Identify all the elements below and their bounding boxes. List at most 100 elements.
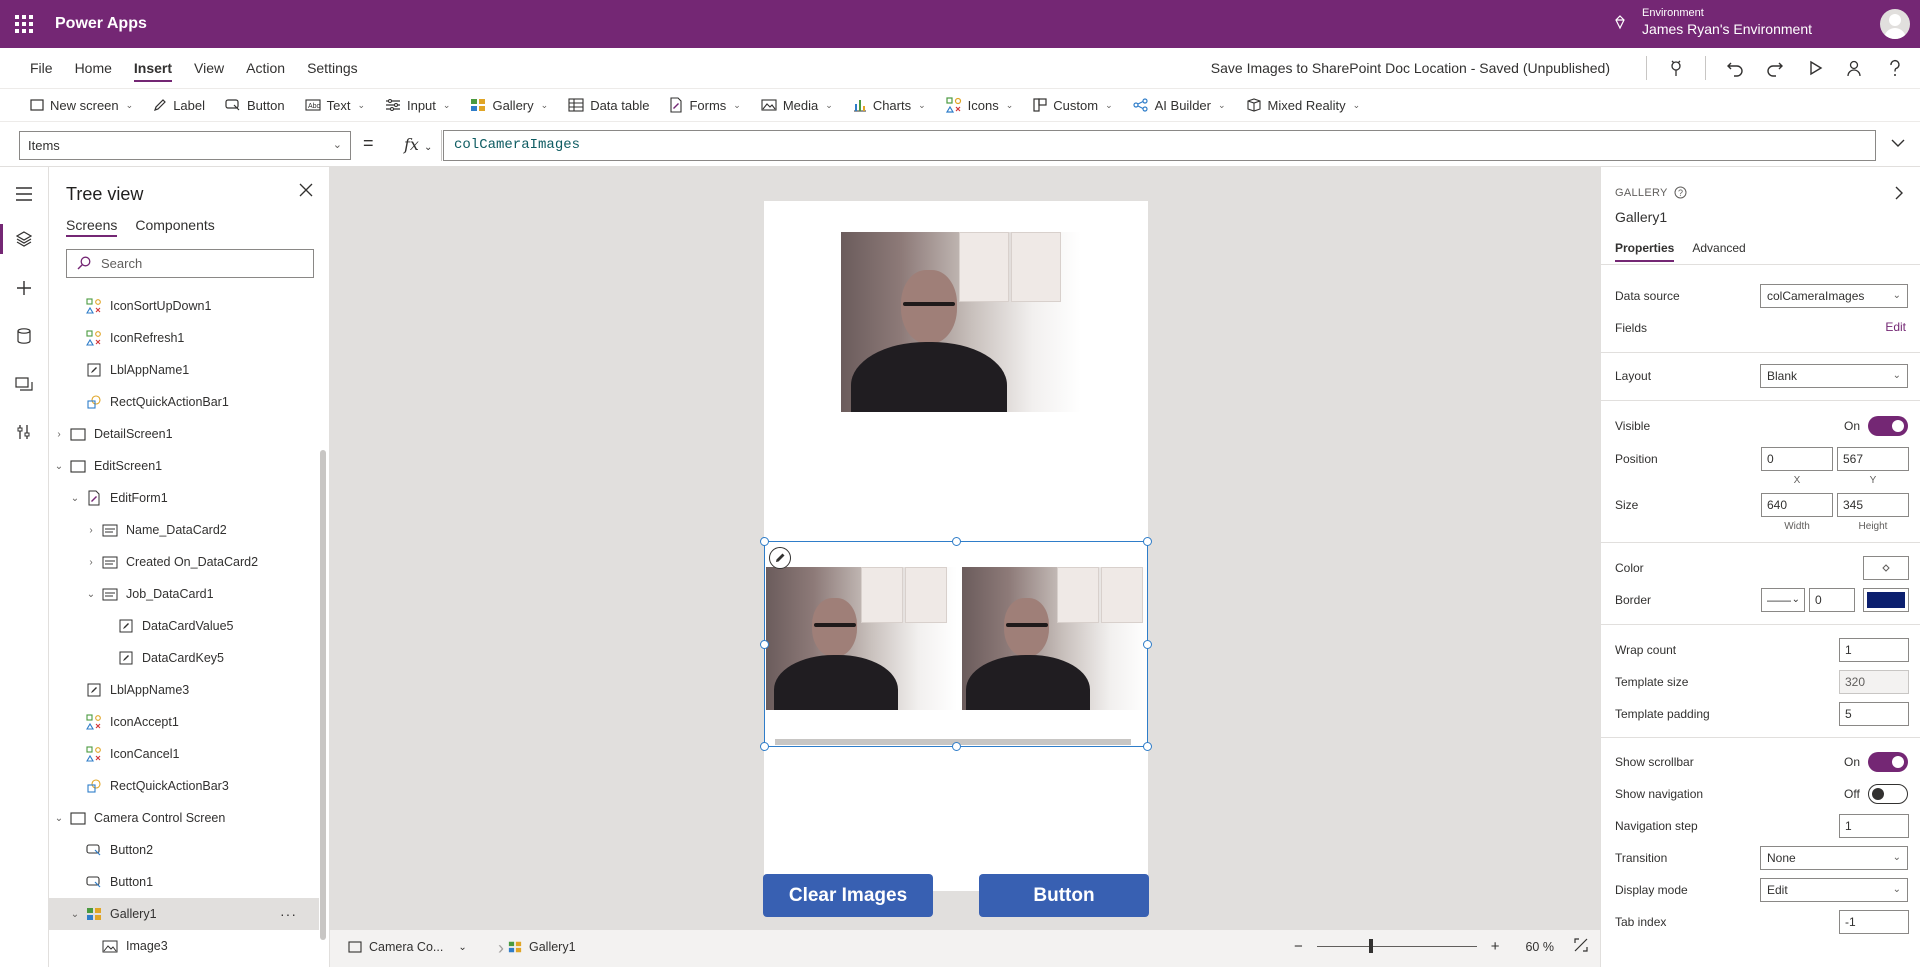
menu-home[interactable]: Home: [75, 48, 112, 88]
app-name[interactable]: Power Apps: [55, 15, 147, 33]
menu-action[interactable]: Action: [246, 48, 285, 88]
tab-properties[interactable]: Properties: [1615, 241, 1675, 262]
resize-handle[interactable]: [1143, 742, 1152, 751]
wrap-count-input[interactable]: 1: [1839, 638, 1909, 662]
tree-item[interactable]: › Created On_DataCard2: [49, 546, 319, 578]
more-options-icon[interactable]: ···: [280, 906, 297, 922]
app-launcher-button[interactable]: [0, 0, 48, 48]
tab-index-input[interactable]: -1: [1839, 910, 1909, 934]
property-dropdown[interactable]: Items ⌄: [19, 131, 351, 160]
resize-handle[interactable]: [760, 640, 769, 649]
tree-item[interactable]: IconRefresh1: [49, 322, 319, 354]
gallery-button[interactable]: Gallery ⌄: [470, 98, 548, 113]
zoom-thumb[interactable]: [1368, 939, 1373, 953]
fit-to-window-icon[interactable]: [1574, 938, 1588, 955]
border-style-dropdown[interactable]: —— ⌄: [1761, 588, 1805, 612]
tree-item[interactable]: ⌄ Gallery1 ···: [49, 898, 319, 930]
visible-toggle[interactable]: [1868, 416, 1908, 436]
media-panel-icon[interactable]: [13, 373, 35, 395]
text-button[interactable]: Abc Text ⌄: [305, 98, 365, 113]
capture-button[interactable]: Button: [979, 874, 1149, 917]
input-button[interactable]: Input ⌄: [385, 98, 450, 113]
width-input[interactable]: 640: [1761, 493, 1833, 517]
tab-components[interactable]: Components: [135, 217, 214, 237]
clear-images-button[interactable]: Clear Images: [763, 874, 933, 917]
undo-icon[interactable]: [1724, 57, 1746, 79]
menu-settings[interactable]: Settings: [307, 48, 358, 88]
tree-item[interactable]: DataCardValue5: [49, 610, 319, 642]
tree-item[interactable]: RectQuickActionBar3: [49, 770, 319, 802]
template-padding-input[interactable]: 5: [1839, 702, 1909, 726]
advanced-tools-icon[interactable]: [13, 421, 35, 443]
tree-item[interactable]: LblAppName3: [49, 674, 319, 706]
border-color-picker[interactable]: [1863, 588, 1909, 612]
fx-button[interactable]: fx ⌄: [390, 130, 442, 161]
resize-handle[interactable]: [952, 742, 961, 751]
tree-item[interactable]: ⌄ EditForm1: [49, 482, 319, 514]
menu-view[interactable]: View: [194, 48, 224, 88]
chevron-right-icon[interactable]: ›: [85, 557, 97, 568]
position-y-input[interactable]: 567: [1837, 447, 1909, 471]
charts-button[interactable]: Charts ⌄: [853, 98, 926, 113]
play-icon[interactable]: [1804, 57, 1826, 79]
expand-formula-icon[interactable]: [1890, 136, 1906, 151]
tree-item[interactable]: IconAccept1: [49, 706, 319, 738]
tree-item[interactable]: DataCardKey5: [49, 642, 319, 674]
zoom-out-button[interactable]: −: [1294, 938, 1303, 955]
camera-image[interactable]: [841, 232, 1081, 412]
position-x-input[interactable]: 0: [1761, 447, 1833, 471]
add-icon[interactable]: [13, 277, 35, 299]
tree-item[interactable]: ⌄ EditScreen1: [49, 450, 319, 482]
search-input[interactable]: Search: [66, 249, 314, 278]
help-icon[interactable]: [1884, 57, 1906, 79]
data-source-dropdown[interactable]: colCameraImages ⌄: [1760, 284, 1908, 308]
chevron-down-icon[interactable]: ⌄: [53, 813, 65, 824]
app-checker-icon[interactable]: [1665, 57, 1687, 79]
chevron-down-icon[interactable]: ⌄: [53, 461, 65, 472]
border-width-input[interactable]: 0: [1809, 588, 1855, 612]
gallery-selection[interactable]: [760, 537, 1152, 751]
share-user-icon[interactable]: [1844, 57, 1866, 79]
avatar[interactable]: [1880, 9, 1910, 39]
tree-scrollbar[interactable]: [320, 450, 326, 940]
edit-template-icon[interactable]: [769, 547, 791, 569]
tree-item[interactable]: Button1: [49, 866, 319, 898]
resize-handle[interactable]: [1143, 640, 1152, 649]
zoom-slider[interactable]: [1316, 939, 1477, 953]
resize-handle[interactable]: [760, 742, 769, 751]
mixed-reality-button[interactable]: Mixed Reality ⌄: [1246, 98, 1360, 113]
chevron-down-icon[interactable]: ⌄: [85, 589, 97, 600]
custom-button[interactable]: Custom ⌄: [1033, 98, 1113, 113]
close-icon[interactable]: [299, 183, 313, 202]
tree-item[interactable]: LblAppName1: [49, 354, 319, 386]
control-name-field[interactable]: Gallery1: [1615, 209, 1667, 225]
forms-button[interactable]: Forms ⌄: [669, 97, 741, 113]
tree-item[interactable]: ⌄ Camera Control Screen: [49, 802, 319, 834]
height-input[interactable]: 345: [1837, 493, 1909, 517]
display-mode-dropdown[interactable]: Edit ⌄: [1760, 878, 1908, 902]
resize-handle[interactable]: [952, 537, 961, 546]
tree-item[interactable]: IconCancel1: [49, 738, 319, 770]
color-picker[interactable]: [1863, 556, 1909, 580]
tab-advanced[interactable]: Advanced: [1692, 241, 1745, 262]
layout-dropdown[interactable]: Blank ⌄: [1760, 364, 1908, 388]
canvas[interactable]: Clear Images Button: [330, 167, 1600, 929]
tree-item[interactable]: Image3: [49, 930, 319, 962]
tree-item[interactable]: › Name_DataCard2: [49, 514, 319, 546]
menu-file[interactable]: File: [30, 48, 53, 88]
button-button[interactable]: Button: [225, 98, 285, 113]
tree-item[interactable]: ⌄ Job_DataCard1: [49, 578, 319, 610]
environment-picker[interactable]: Environment James Ryan's Environment: [1612, 6, 1812, 38]
redo-icon[interactable]: [1764, 57, 1786, 79]
tree-item[interactable]: › DetailScreen1: [49, 418, 319, 450]
ai-builder-button[interactable]: AI Builder ⌄: [1133, 98, 1226, 113]
navigation-step-input[interactable]: 1: [1839, 814, 1909, 838]
chevron-right-icon[interactable]: ›: [85, 525, 97, 536]
show-navigation-toggle[interactable]: [1868, 784, 1908, 804]
tree-item[interactable]: Button2: [49, 834, 319, 866]
data-table-button[interactable]: Data table: [568, 98, 649, 113]
icons-button[interactable]: Icons ⌄: [945, 97, 1013, 113]
resize-handle[interactable]: [1143, 537, 1152, 546]
tree-item[interactable]: RectQuickActionBar1: [49, 386, 319, 418]
template-size-input[interactable]: 320: [1839, 670, 1909, 694]
